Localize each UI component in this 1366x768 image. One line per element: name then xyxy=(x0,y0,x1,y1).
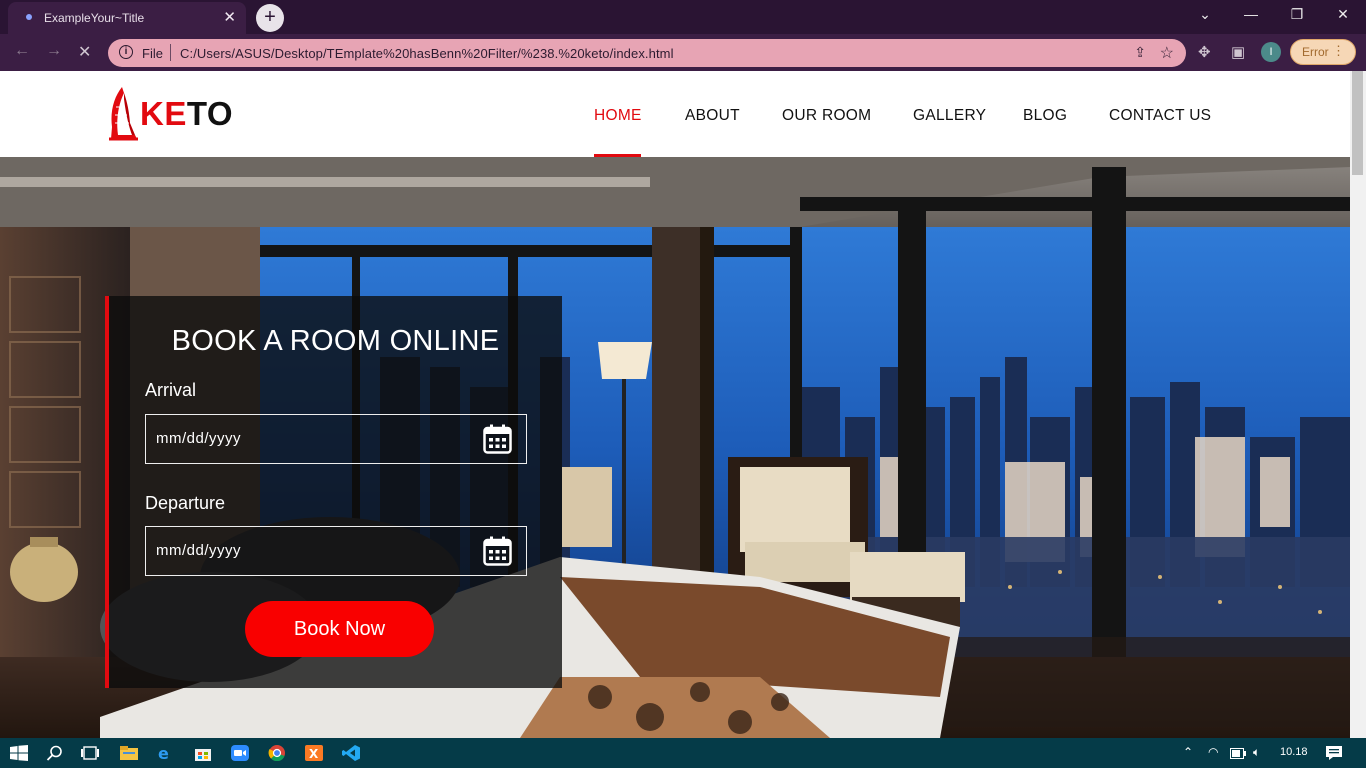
booking-form-panel: BOOK A ROOM ONLINE Arrival mm/dd/yyyy De… xyxy=(105,296,562,688)
back-icon[interactable]: ← xyxy=(14,42,30,60)
extensions-icon[interactable]: ✥ xyxy=(1198,43,1211,61)
xampp-icon[interactable]: X xyxy=(305,745,323,761)
tab-close-icon[interactable]: ✕ xyxy=(223,8,236,26)
tab-favicon-icon xyxy=(26,14,32,20)
nav-contact-us[interactable]: CONTACT US xyxy=(1109,107,1211,125)
departure-calendar-icon[interactable] xyxy=(483,536,512,566)
tab-title: ExampleYour~Title xyxy=(44,11,145,25)
departure-date-input[interactable]: mm/dd/yyyy xyxy=(145,526,527,576)
file-explorer-icon[interactable] xyxy=(120,745,138,761)
bookmark-star-icon[interactable]: ☆ xyxy=(1160,43,1174,63)
side-panel-icon[interactable]: ▣ xyxy=(1231,43,1245,61)
burj-logo-icon xyxy=(109,87,138,141)
logo-wordmark: KETO xyxy=(140,95,234,132)
nav-home[interactable]: HOME xyxy=(594,107,642,125)
browser-tab[interactable]: ExampleYour~Title ✕ xyxy=(8,2,246,34)
address-separator xyxy=(170,44,171,61)
store-icon[interactable] xyxy=(194,745,212,761)
taskbar-clock[interactable]: 10.18 xyxy=(1280,746,1308,758)
stop-loading-icon[interactable]: ✕ xyxy=(78,42,91,62)
vscode-icon[interactable] xyxy=(342,745,360,761)
error-button[interactable]: Error ⋮ xyxy=(1290,39,1356,65)
departure-date-placeholder: mm/dd/yyyy xyxy=(156,542,242,559)
page-scrollbar[interactable] xyxy=(1350,71,1366,738)
nav-gallery[interactable]: GALLERY xyxy=(913,107,986,125)
share-icon[interactable]: ⇪ xyxy=(1134,44,1146,61)
svg-text:X: X xyxy=(309,747,319,761)
url-text[interactable]: C:/Users/ASUS/Desktop/TEmplate%20hasBenn… xyxy=(180,46,674,61)
forward-icon[interactable]: → xyxy=(46,42,62,60)
tab-search-icon[interactable]: ⌄ xyxy=(1190,6,1220,23)
restore-icon[interactable]: ❐ xyxy=(1282,6,1312,23)
site-info-icon[interactable]: i xyxy=(119,45,133,59)
address-bar[interactable]: i File C:/Users/ASUS/Desktop/TEmplate%20… xyxy=(108,39,1186,67)
arrival-calendar-icon[interactable] xyxy=(483,424,512,454)
zoom-app-icon[interactable] xyxy=(231,745,249,761)
windows-taskbar: e X ⌃ ◠ 🔈︎ 10.18 xyxy=(0,738,1366,768)
arrival-date-input[interactable]: mm/dd/yyyy xyxy=(145,414,527,464)
profile-avatar[interactable]: I xyxy=(1261,42,1281,62)
browser-toolbar: ← → ✕ i File C:/Users/ASUS/Desktop/TEmpl… xyxy=(0,34,1366,71)
minimize-icon[interactable]: — xyxy=(1236,6,1266,22)
svg-text:e: e xyxy=(158,745,169,761)
edge-browser-icon[interactable]: e xyxy=(157,745,175,761)
arrival-label: Arrival xyxy=(145,380,197,400)
search-icon[interactable] xyxy=(46,745,64,761)
book-now-button[interactable]: Book Now xyxy=(245,601,434,657)
arrival-date-placeholder: mm/dd/yyyy xyxy=(156,430,242,447)
notifications-icon[interactable] xyxy=(1325,745,1343,761)
nav-about[interactable]: ABOUT xyxy=(685,107,740,125)
nav-blog[interactable]: BLOG xyxy=(1023,107,1067,125)
windows-start-icon[interactable] xyxy=(10,745,28,761)
volume-icon[interactable]: 🔈︎ xyxy=(1253,745,1260,760)
close-window-icon[interactable]: ✕ xyxy=(1328,6,1358,23)
show-hidden-icons-icon[interactable]: ⌃ xyxy=(1183,745,1193,759)
scrollbar-thumb[interactable] xyxy=(1352,71,1363,175)
hero-hotel-room-image: BOOK A ROOM ONLINE Arrival mm/dd/yyyy De… xyxy=(0,157,1350,738)
nav-our-room[interactable]: OUR ROOM xyxy=(782,107,871,125)
wifi-icon[interactable]: ◠ xyxy=(1208,745,1218,759)
new-tab-button[interactable]: + xyxy=(256,4,284,32)
browser-title-bar: ExampleYour~Title ✕ + ⌄ — ❐ ✕ xyxy=(0,0,1366,34)
departure-label: Departure xyxy=(145,493,226,513)
more-menu-icon: ⋮ xyxy=(1332,43,1345,58)
chrome-icon[interactable] xyxy=(268,745,286,761)
web-page: KETO HOME ABOUT OUR ROOM GALLERY BLOG CO… xyxy=(0,71,1350,738)
task-view-icon[interactable] xyxy=(81,745,99,761)
battery-icon[interactable] xyxy=(1230,748,1246,760)
site-logo[interactable]: KETO xyxy=(107,87,247,142)
url-scheme-label: File xyxy=(142,46,163,61)
booking-title: BOOK A ROOM ONLINE xyxy=(171,325,500,357)
error-label: Error xyxy=(1302,45,1329,59)
site-header: KETO HOME ABOUT OUR ROOM GALLERY BLOG CO… xyxy=(0,71,1350,157)
